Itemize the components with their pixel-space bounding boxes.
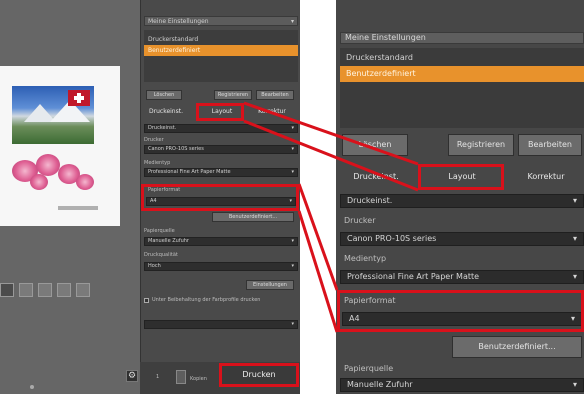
copies-label: Kopien [190,376,207,382]
copies-stepper[interactable] [176,370,186,384]
color-profile-checkbox[interactable] [144,298,149,303]
paper-source-field[interactable]: Manuelle Zufuhr [144,237,298,246]
preset-item-default[interactable]: Druckerstandard [144,34,298,45]
grid-view-icon[interactable] [19,283,33,297]
zoom-tab-print-settings[interactable]: Druckeinst. [340,170,412,184]
view-toolbar [0,283,90,297]
preset-select[interactable]: Meine Einstellungen [144,16,298,26]
highlight-print-button [219,363,299,387]
comment-icon[interactable] [38,283,52,297]
zoom-edit-button[interactable]: Bearbeiten [518,134,582,156]
zoom-preset-select[interactable]: Meine Einstellungen [340,32,584,44]
copies-count: 1 [156,374,160,380]
preset-list: Druckerstandard Benutzerdefiniert [144,30,298,82]
highlight-layout-tab [196,103,244,121]
tab-correction[interactable]: Korrektur [250,106,294,118]
quality-field[interactable]: Hoch [144,262,298,271]
printer-label: Drucker [144,137,164,143]
quality-label: Druckqualität [144,252,178,258]
zoom-preset-item-default[interactable]: Druckerstandard [340,50,584,66]
delete-button[interactable]: Löschen [146,90,182,100]
zoom-paper-source-field[interactable]: Manuelle Zufuhr [340,378,584,392]
zoom-register-button[interactable]: Registrieren [448,134,514,156]
swiss-flag-image [68,90,90,106]
paper-source-label: Papierquelle [144,228,175,234]
zoom-settings-field[interactable]: Druckeinst. [340,194,584,208]
page-dot [30,385,34,389]
gap [300,0,336,394]
zoom-preset-list: Druckerstandard Benutzerdefiniert [340,48,584,128]
color-profile-label: Unter Beibehaltung der Farbprofile druck… [152,297,261,303]
tab-print-settings[interactable]: Druckeinst. [144,106,188,118]
quality-settings-button[interactable]: Einstellungen [246,280,294,290]
custom-size-button[interactable]: Benutzerdefiniert... [212,212,294,222]
edit-button[interactable]: Bearbeiten [256,90,294,100]
highlight-zoom-paper-size [337,290,584,332]
printer-field[interactable]: Canon PRO-10S series [144,145,298,154]
caption-text [58,206,98,210]
media-label: Medientyp [144,160,171,166]
zoom-out-icon[interactable] [57,283,71,297]
single-page-view-icon[interactable] [0,283,14,297]
register-button[interactable]: Registrieren [214,90,252,100]
media-field[interactable]: Professional Fine Art Paper Matte [144,168,298,177]
highlight-paper-size [141,184,299,211]
flower-photo[interactable] [8,150,96,198]
zoom-paper-source-label: Papierquelle [344,364,394,373]
zoom-delete-button[interactable]: Löschen [342,134,408,156]
zoom-custom-size-button[interactable]: Benutzerdefiniert... [452,336,582,358]
highlight-zoom-layout-tab [418,164,504,190]
zoom-in-icon[interactable] [76,283,90,297]
zoom-media-label: Medientyp [344,254,387,263]
zoom-media-field[interactable]: Professional Fine Art Paper Matte [340,270,584,284]
zoom-tab-correction[interactable]: Korrektur [510,170,582,184]
preset-item-custom[interactable]: Benutzerdefiniert [144,45,298,56]
gear-icon[interactable]: ⚙ [126,370,138,382]
zoom-preset-item-custom[interactable]: Benutzerdefiniert [340,66,584,82]
extra-field[interactable] [144,320,298,329]
settings-field[interactable]: Druckeinst. [144,124,298,133]
zoom-printer-label: Drucker [344,216,376,225]
zoom-printer-field[interactable]: Canon PRO-10S series [340,232,584,246]
